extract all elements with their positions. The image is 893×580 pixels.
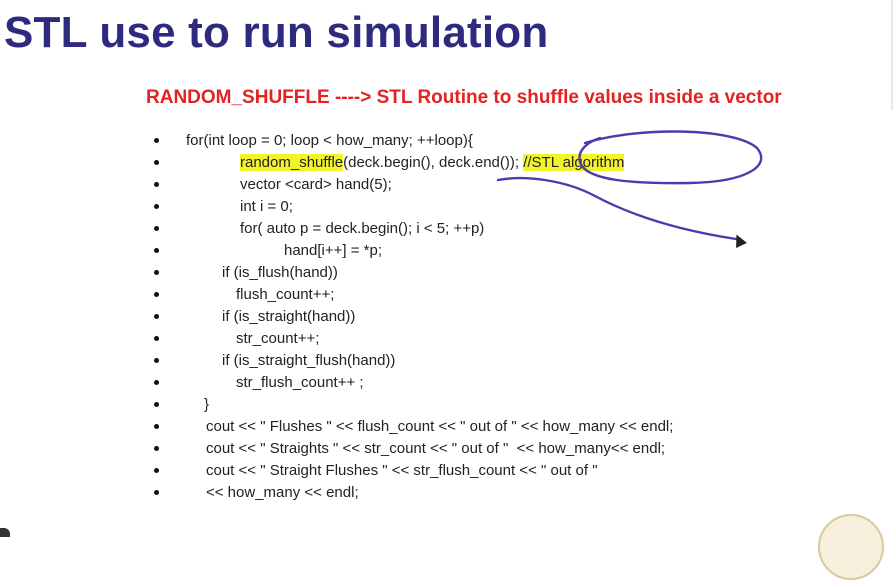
code-line: for( auto p = deck.begin(); i < 5; ++p) bbox=[0, 218, 893, 239]
code-line: } bbox=[0, 394, 893, 415]
code-line: if (is_straight_flush(hand)) bbox=[0, 350, 893, 371]
code-line: int i = 0; bbox=[0, 196, 893, 217]
bullet-icon bbox=[154, 292, 159, 297]
bullet-icon bbox=[154, 204, 159, 209]
code-line: cout << " Flushes " << flush_count << " … bbox=[0, 416, 893, 437]
corner-logo-icon bbox=[0, 528, 10, 537]
code-text: random_shuffle(deck.begin(), deck.end())… bbox=[240, 152, 625, 173]
bullet-icon bbox=[154, 138, 159, 143]
code-line: hand[i++] = *p; bbox=[0, 240, 893, 261]
code-text: << how_many << endl; bbox=[206, 484, 359, 501]
code-bullet-list: for(int loop = 0; loop < how_many; ++loo… bbox=[0, 130, 893, 510]
bullet-icon bbox=[154, 358, 159, 363]
bullet-icon bbox=[154, 314, 159, 319]
function-args: (deck.begin(), deck.end()); bbox=[343, 154, 520, 171]
code-text: for(int loop = 0; loop < how_many; ++loo… bbox=[186, 132, 473, 149]
code-line: cout << " Straight Flushes " << str_flus… bbox=[0, 460, 893, 481]
bullet-icon bbox=[154, 468, 159, 473]
code-line: cout << " Straights " << str_count << " … bbox=[0, 438, 893, 459]
code-line: str_count++; bbox=[0, 328, 893, 349]
bullet-icon bbox=[154, 160, 159, 165]
bullet-icon bbox=[154, 270, 159, 275]
code-text: str_count++; bbox=[236, 330, 320, 347]
slide-subtitle: RANDOM_SHUFFLE ----> STL Routine to shuf… bbox=[146, 87, 782, 108]
bullet-icon bbox=[154, 248, 159, 253]
highlighted-comment: //STL algorithm bbox=[523, 154, 625, 171]
code-line: str_flush_count++ ; bbox=[0, 372, 893, 393]
code-text: cout << " Flushes " << flush_count << " … bbox=[206, 418, 674, 435]
bullet-icon bbox=[154, 336, 159, 341]
highlighted-function: random_shuffle bbox=[240, 154, 344, 171]
code-text: int i = 0; bbox=[240, 198, 293, 215]
slide-title: STL use to run simulation bbox=[4, 8, 549, 57]
bullet-icon bbox=[154, 380, 159, 385]
code-line: if (is_straight(hand)) bbox=[0, 306, 893, 327]
code-line: << how_many << endl; bbox=[0, 482, 893, 503]
bullet-icon bbox=[154, 446, 159, 451]
code-text: if (is_straight(hand)) bbox=[222, 308, 356, 325]
bullet-icon bbox=[154, 402, 159, 407]
code-text: flush_count++; bbox=[236, 286, 335, 303]
code-line: if (is_flush(hand)) bbox=[0, 262, 893, 283]
code-text: cout << " Straights " << str_count << " … bbox=[206, 440, 666, 457]
code-text: cout << " Straight Flushes " << str_flus… bbox=[206, 462, 598, 479]
bullet-icon bbox=[154, 490, 159, 495]
code-text: if (is_straight_flush(hand)) bbox=[222, 352, 396, 369]
code-text: for( auto p = deck.begin(); i < 5; ++p) bbox=[240, 220, 485, 237]
code-text: if (is_flush(hand)) bbox=[222, 264, 338, 281]
code-line: vector <card> hand(5); bbox=[0, 174, 893, 195]
code-line: random_shuffle(deck.begin(), deck.end())… bbox=[0, 152, 893, 173]
code-text: str_flush_count++ ; bbox=[236, 374, 364, 391]
bullet-icon bbox=[154, 182, 159, 187]
bullet-icon bbox=[154, 424, 159, 429]
code-line: flush_count++; bbox=[0, 284, 893, 305]
code-text: vector <card> hand(5); bbox=[240, 176, 392, 193]
code-text: hand[i++] = *p; bbox=[284, 242, 382, 259]
code-line: for(int loop = 0; loop < how_many; ++loo… bbox=[0, 130, 893, 151]
code-text: } bbox=[204, 396, 210, 413]
bullet-icon bbox=[154, 226, 159, 231]
university-seal-icon bbox=[818, 514, 884, 580]
